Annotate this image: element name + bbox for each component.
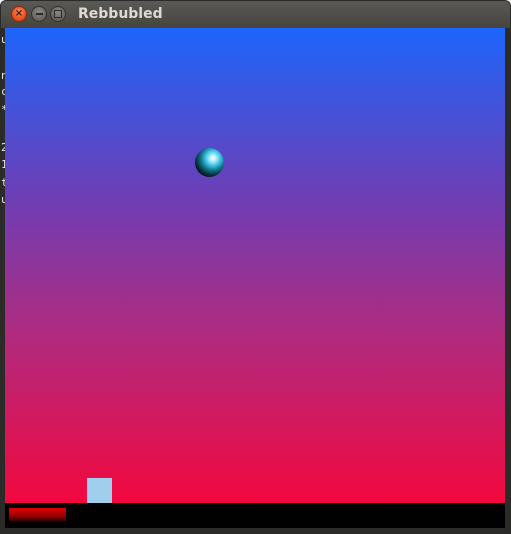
player-block (87, 478, 112, 503)
minimize-button[interactable] (31, 6, 47, 22)
close-button[interactable]: × (11, 6, 27, 22)
bubble-ball (195, 148, 224, 177)
window-bottom-edge (1, 528, 510, 533)
app-window: × Rebbubled u n c * 2 1 t u (0, 0, 511, 534)
health-bar (9, 508, 66, 521)
status-bar (5, 503, 505, 528)
window-title: Rebbubled (78, 6, 163, 22)
game-canvas[interactable] (5, 28, 505, 503)
maximize-button[interactable] (50, 6, 66, 22)
maximize-icon (54, 10, 62, 18)
minimize-icon (35, 13, 43, 15)
close-icon: × (14, 8, 24, 19)
title-bar[interactable]: × Rebbubled (1, 1, 510, 29)
